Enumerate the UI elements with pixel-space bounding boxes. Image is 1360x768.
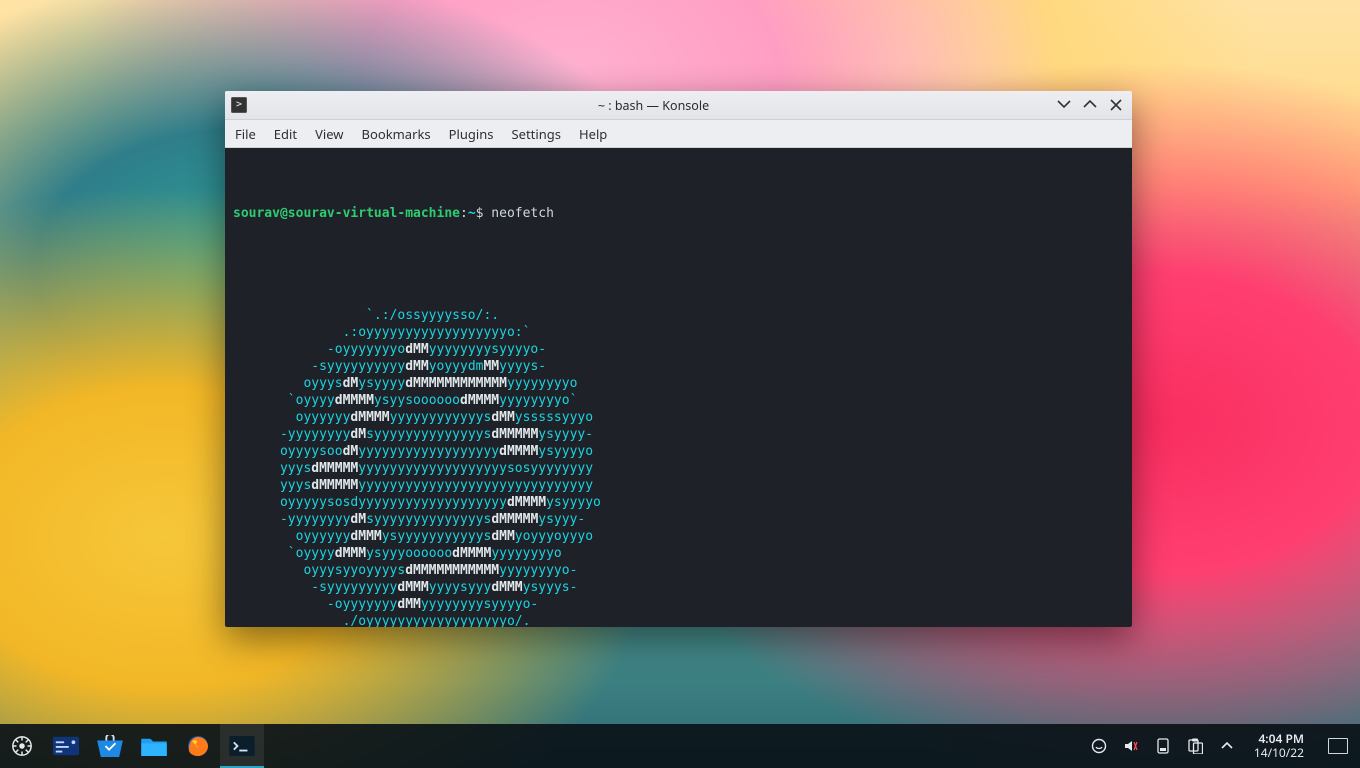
launcher-settings[interactable]: [44, 724, 88, 768]
task-konsole[interactable]: [220, 724, 264, 768]
menubar: File Edit View Bookmarks Plugins Setting…: [225, 120, 1132, 148]
tray-volume-icon[interactable]: [1122, 737, 1140, 755]
tray-keyboard-icon[interactable]: [1090, 737, 1108, 755]
prompt-line-1: sourav@sourav-virtual-machine:~$ neofetc…: [233, 205, 1124, 222]
taskbar: 4:04 PM 14/10/22: [0, 724, 1360, 768]
launcher-start[interactable]: [0, 724, 44, 768]
system-tray: 4:04 PM 14/10/22: [1090, 732, 1354, 760]
konsole-window: ~ : bash — Konsole File Edit View Bookma…: [225, 91, 1132, 627]
taskbar-launchers: [0, 724, 264, 768]
terminal-viewport[interactable]: sourav@sourav-virtual-machine:~$ neofetc…: [225, 148, 1132, 627]
tray-clipboard-icon[interactable]: [1186, 737, 1204, 755]
menu-help[interactable]: Help: [579, 125, 607, 143]
tray-disk-icon[interactable]: [1154, 737, 1172, 755]
maximize-button[interactable]: [1080, 95, 1100, 115]
menu-edit[interactable]: Edit: [274, 125, 297, 143]
launcher-firefox[interactable]: [176, 724, 220, 768]
minimize-button[interactable]: [1054, 95, 1074, 115]
menu-file[interactable]: File: [235, 125, 256, 143]
launcher-files[interactable]: [132, 724, 176, 768]
launcher-discover[interactable]: [88, 724, 132, 768]
clock-date: 14/10/22: [1254, 746, 1304, 760]
menu-plugins[interactable]: Plugins: [449, 125, 494, 143]
menu-bookmarks[interactable]: Bookmarks: [362, 125, 431, 143]
window-title: ~ : bash — Konsole: [253, 97, 1054, 114]
menu-view[interactable]: View: [315, 125, 343, 143]
neofetch-output: `.:/ossyyyysso/:. .:oyyyyyyyyyyyyyyyyyyo…: [233, 290, 1124, 627]
tray-chevron-up-icon[interactable]: [1218, 737, 1236, 755]
menu-settings[interactable]: Settings: [512, 125, 561, 143]
konsole-icon: [231, 97, 247, 113]
close-button[interactable]: [1106, 95, 1126, 115]
taskbar-clock[interactable]: 4:04 PM 14/10/22: [1250, 732, 1308, 760]
show-desktop-button[interactable]: [1328, 738, 1348, 754]
window-titlebar[interactable]: ~ : bash — Konsole: [225, 91, 1132, 120]
